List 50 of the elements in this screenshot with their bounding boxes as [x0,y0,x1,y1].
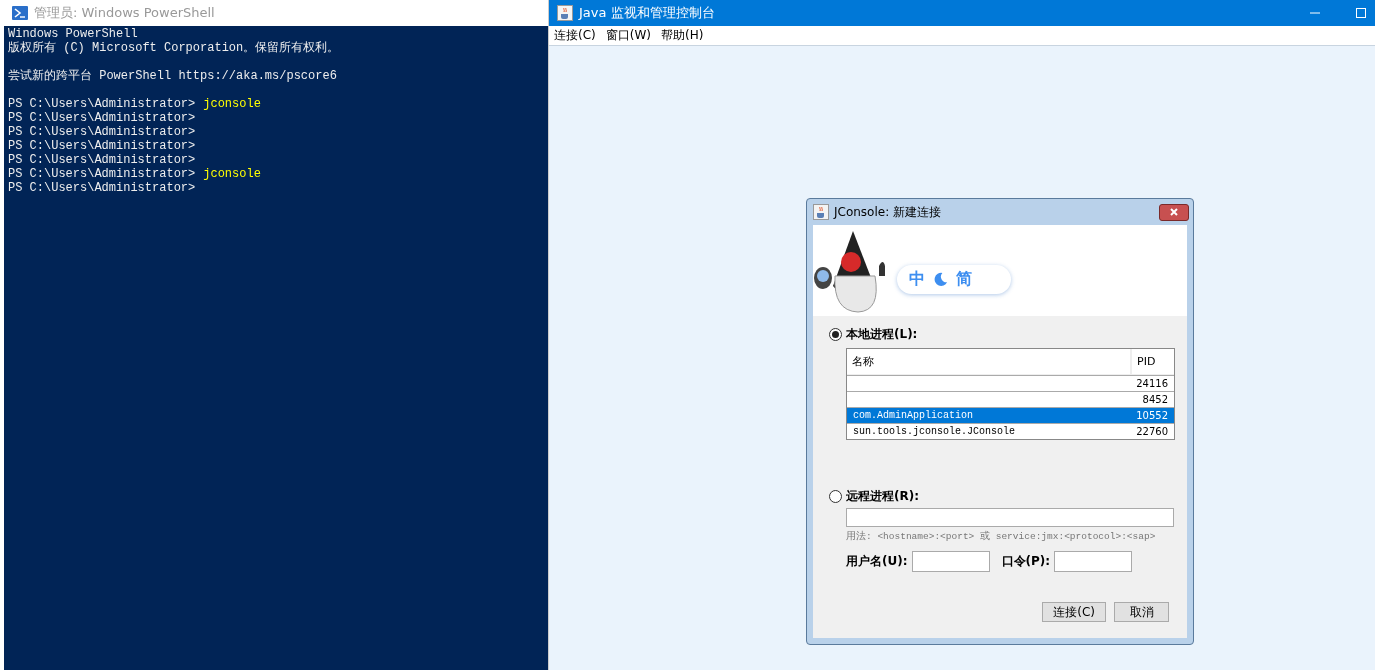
dialog-title: JConsole: 新建连接 [834,203,942,221]
input-field[interactable] [1054,551,1133,572]
dialog-button[interactable]: 取消 [1114,602,1169,622]
console-line: PS C:\Users\Administrator> [8,111,196,125]
dialog-button[interactable]: 连接(C) [1042,602,1106,622]
field-label: 用户名(U): [846,553,908,570]
coffee-cup-icon [813,204,829,220]
radio-label: 本地进程(L): [846,325,918,343]
table-cell: 10552 [1136,410,1168,421]
table-cell: 22760 [1136,426,1168,437]
table-row[interactable]: 24116 [847,375,1174,391]
console-line: PS C:\Users\Administrator> [8,167,196,181]
ime-mode: 简 [956,269,972,290]
console-line: PS C:\Users\Administrator> [8,181,196,195]
input-field[interactable] [846,508,1174,527]
terminal-icon [12,6,28,20]
table-row[interactable]: com.AdminApplication 10552 [847,407,1174,423]
column-header[interactable]: PID [1130,349,1174,374]
table-row[interactable]: sun.tools.jconsole.JConsole 22760 [847,423,1174,439]
menu-item[interactable]: 连接(C) [554,27,596,44]
field-label: 口令(P): [1001,553,1051,570]
window-title: Java 监视和管理控制台 [579,4,715,22]
close-button[interactable] [1159,203,1189,221]
table-cell: 8452 [1142,394,1168,405]
ime-mode: 中 [909,269,925,290]
console-command: jconsole [203,167,261,181]
console-line: PS C:\Users\Administrator> [8,153,196,167]
console-line: 版权所有 (C) Microsoft Corporation。保留所有权利。 [8,41,340,55]
radio-button[interactable] [829,489,842,503]
table-cell: com.AdminApplication [853,410,974,421]
console-line: 尝试新的跨平台 PowerShell https://aka.ms/pscore6 [8,69,337,83]
console-line: PS C:\Users\Administrator> [8,97,196,111]
column-header[interactable]: 名称 [847,349,1130,374]
coffee-cup-icon [557,5,573,21]
console-line: PS C:\Users\Administrator> [8,125,196,139]
console-command: jconsole [203,97,261,111]
radio-label: 远程进程(R): [846,487,919,505]
close-icon [1169,207,1179,217]
moon-icon [933,272,948,287]
menu-item[interactable]: 帮助(H) [661,27,704,44]
table-cell: 24116 [1136,378,1168,389]
maximize-icon[interactable] [1355,7,1367,19]
console-line: Windows PowerShell [8,27,138,41]
console-line: PS C:\Users\Administrator> [8,139,196,153]
menu-item[interactable]: 窗口(W) [605,27,651,44]
usage-hint: 用法: <hostname>:<port> 或 service:jmx:<protocol>:<sap> [846,530,1157,543]
window-title: 管理员: Windows PowerShell [34,4,215,22]
radio-button[interactable] [829,327,842,341]
input-field[interactable] [911,551,990,572]
table-cell: sun.tools.jconsole.JConsole [853,426,1016,437]
